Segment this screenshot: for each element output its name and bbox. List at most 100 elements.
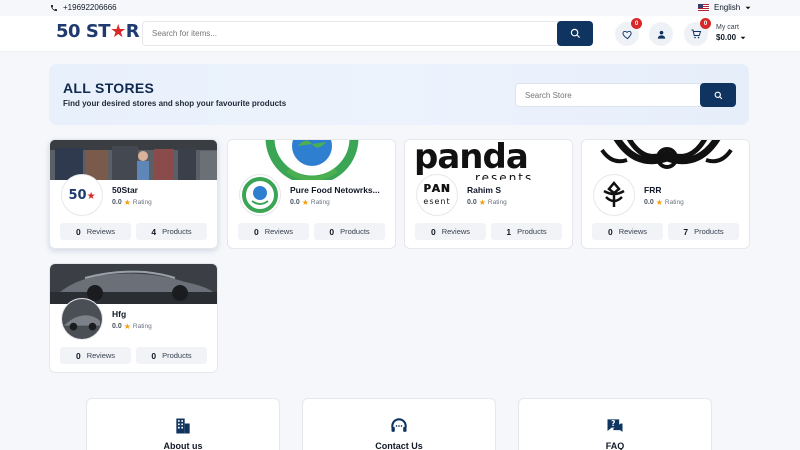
stores-hero-banner: ALL STORES Find your desired stores and … [49, 64, 749, 125]
rating-value: 0.0 [112, 323, 122, 330]
star-icon: ★ [123, 198, 131, 207]
about-us-label: About us [163, 441, 203, 450]
about-us-box[interactable]: About us [86, 398, 280, 450]
faq-label: FAQ [605, 441, 625, 450]
products-count: 1 [506, 226, 512, 237]
cart-button[interactable]: 0 [684, 18, 711, 46]
store-name[interactable]: Pure Food Netowrks... [290, 185, 380, 195]
store-card[interactable]: panda resents ᴘᴀɴ esent Rahim S 0.0 ★ Ra… [404, 139, 573, 249]
rating-value: 0.0 [644, 199, 654, 206]
cart-summary[interactable]: My cart $0.00 [716, 23, 746, 43]
store-name[interactable]: Hfg [112, 309, 126, 319]
rating-label: Rating [487, 199, 507, 206]
store-rating: 0.0 ★ Rating [112, 198, 152, 207]
store-avatar [593, 174, 635, 216]
rating-label: Rating [310, 199, 330, 206]
rating-value: 0.0 [290, 199, 300, 206]
headset-icon [391, 418, 407, 432]
reviews-stat: 0 Reviews [60, 347, 131, 364]
us-flag-icon [698, 4, 709, 11]
search-button[interactable] [557, 21, 593, 46]
store-search [515, 83, 736, 107]
banner-sub-text: resents [475, 171, 534, 180]
store-name[interactable]: 50Star [112, 185, 138, 195]
store-avatar: 50★ [61, 174, 103, 216]
store-avatar: ᴘᴀɴ esent [416, 174, 458, 216]
store-card[interactable]: FRR 0.0 ★ Rating 0 Reviews 7 Products [581, 139, 750, 249]
store-search-button[interactable] [700, 83, 736, 107]
products-stat: 1 Products [491, 223, 562, 240]
reviews-count: 0 [75, 226, 81, 237]
store-avatar [61, 298, 103, 340]
question-chat-icon: ? [607, 419, 623, 432]
phone-contact[interactable]: +19692206666 [50, 3, 117, 12]
wishlist-count-badge: 0 [631, 18, 642, 29]
products-stat: 0 Products [136, 347, 207, 364]
reviews-label: Reviews [86, 351, 116, 360]
store-rating: 0.0 ★ Rating [290, 198, 330, 207]
reviews-stat: 0 Reviews [238, 223, 309, 240]
reviews-count: 0 [253, 226, 259, 237]
products-count: 0 [151, 350, 157, 361]
reviews-label: Reviews [441, 227, 471, 236]
account-button[interactable] [649, 22, 673, 46]
reviews-stat: 0 Reviews [415, 223, 486, 240]
phone-number: +19692206666 [63, 3, 117, 12]
building-icon [176, 418, 190, 434]
site-logo[interactable]: 50 ST★R [56, 21, 140, 42]
wishlist-button[interactable]: 0 [615, 18, 642, 46]
logo-star: ★ [110, 21, 126, 42]
store-name[interactable]: Rahim S [467, 185, 501, 195]
rating-label: Rating [132, 323, 152, 330]
reviews-label: Reviews [618, 227, 648, 236]
store-avatar [239, 174, 281, 216]
product-search [142, 21, 593, 46]
store-card[interactable]: Pure Food Netowrks... 0.0 ★ Rating 0 Revi… [227, 139, 396, 249]
page-title: ALL STORES [63, 80, 155, 96]
language-selector[interactable]: English [698, 3, 751, 12]
top-bar: +19692206666 English [0, 0, 800, 16]
products-stat: 0 Products [314, 223, 385, 240]
store-search-input[interactable] [525, 84, 695, 106]
contact-us-label: Contact Us [375, 441, 423, 450]
logo-text: 50 ST [56, 21, 111, 42]
phone-icon [51, 4, 57, 11]
svg-text:?: ? [611, 419, 615, 428]
reviews-stat: 0 Reviews [60, 223, 131, 240]
language-label: English [714, 3, 741, 12]
cart-icon [691, 29, 702, 39]
store-card[interactable]: Hfg 0.0 ★ Rating 0 Reviews 0 Products [49, 263, 218, 373]
search-icon [714, 91, 722, 99]
logo-text-end: R [125, 21, 140, 42]
products-label: Products [517, 227, 547, 236]
avatar-star-icon: ★ [86, 190, 96, 202]
rating-label: Rating [132, 199, 152, 206]
user-icon [657, 30, 665, 39]
star-icon: ★ [478, 198, 486, 207]
store-rating: 0.0 ★ Rating [644, 198, 684, 207]
contact-us-box[interactable]: Contact Us [302, 398, 496, 450]
store-name[interactable]: FRR [644, 185, 661, 195]
faq-box[interactable]: ? FAQ [518, 398, 712, 450]
products-count: 0 [329, 226, 335, 237]
avatar-sub-text: esent [423, 197, 451, 206]
search-icon [570, 28, 580, 39]
store-rating: 0.0 ★ Rating [467, 198, 507, 207]
reviews-count: 0 [607, 226, 613, 237]
rating-value: 0.0 [467, 199, 477, 206]
caret-down-icon [740, 36, 746, 40]
store-card[interactable]: 50★ 50Star 0.0 ★ Rating 0 Reviews 4 Produc… [49, 139, 218, 249]
rating-value: 0.0 [112, 199, 122, 206]
products-label: Products [162, 351, 192, 360]
star-icon: ★ [655, 198, 663, 207]
products-count: 7 [683, 226, 689, 237]
products-label: Products [162, 227, 192, 236]
star-icon: ★ [301, 198, 309, 207]
reviews-label: Reviews [86, 227, 116, 236]
header: 50 ST★R 0 0 My cart $0.00 [0, 16, 800, 52]
cart-amount: $0.00 [716, 33, 737, 42]
store-rating: 0.0 ★ Rating [112, 322, 152, 331]
reviews-count: 0 [430, 226, 436, 237]
products-count: 4 [151, 226, 157, 237]
search-input[interactable] [152, 22, 552, 45]
